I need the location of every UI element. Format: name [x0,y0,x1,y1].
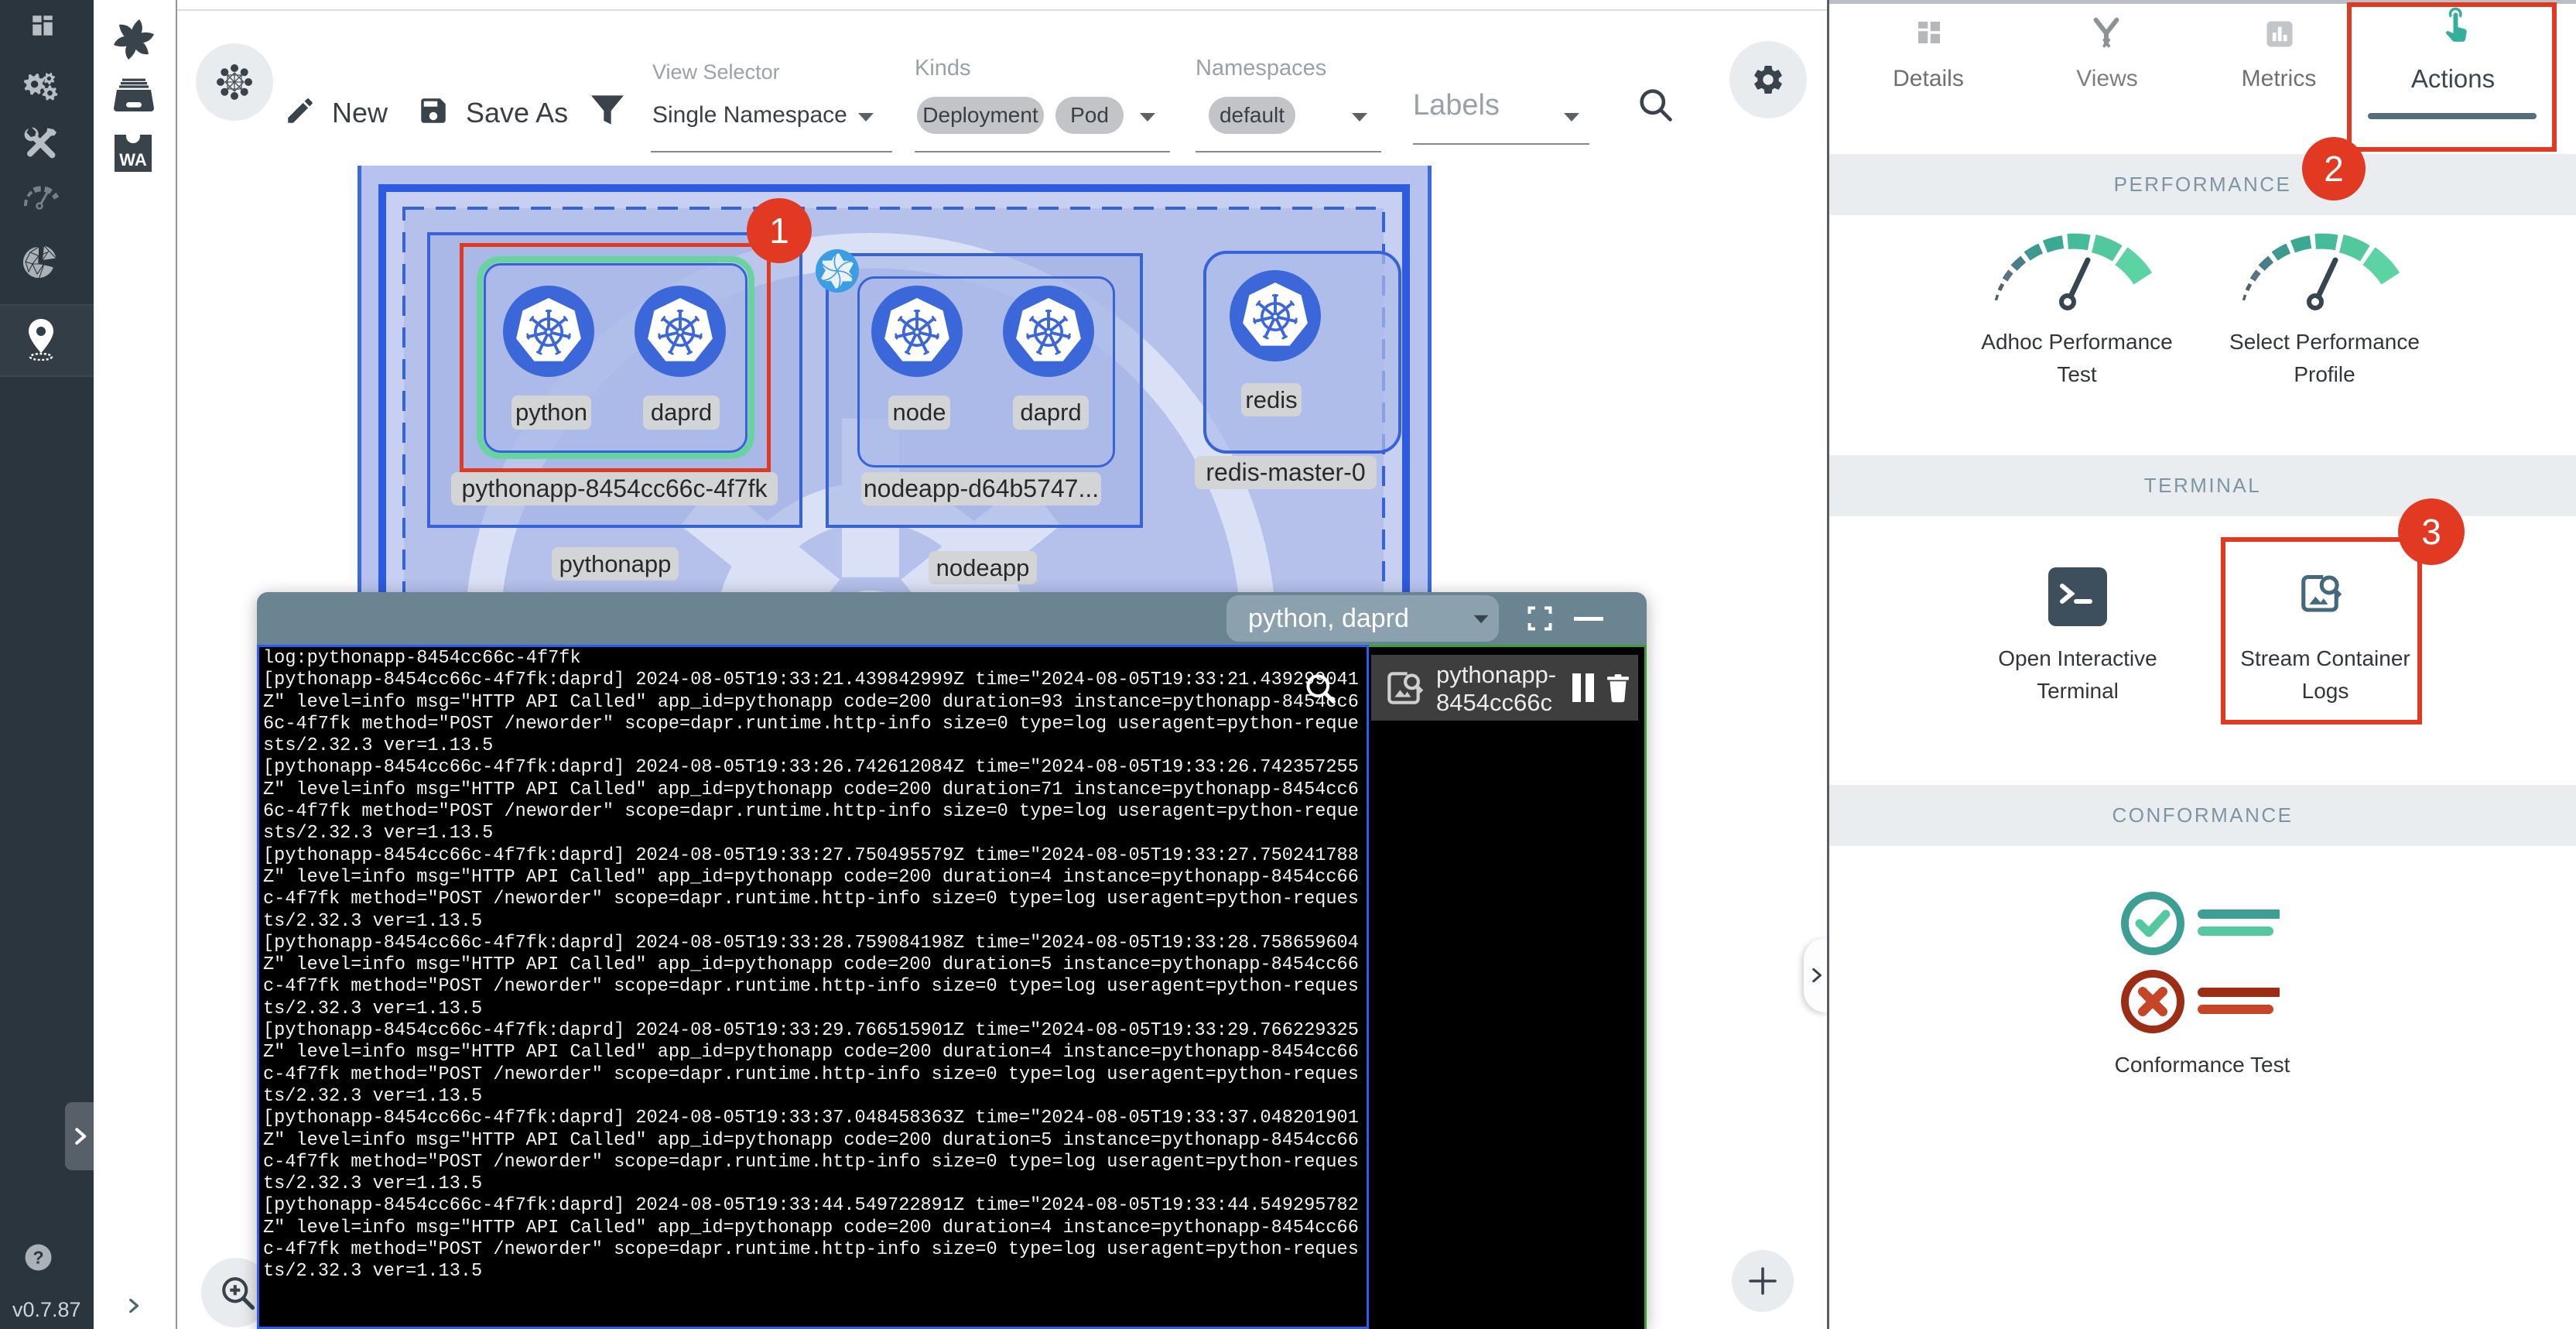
svg-text:WA: WA [119,150,147,170]
svg-text:?: ? [32,1248,43,1268]
